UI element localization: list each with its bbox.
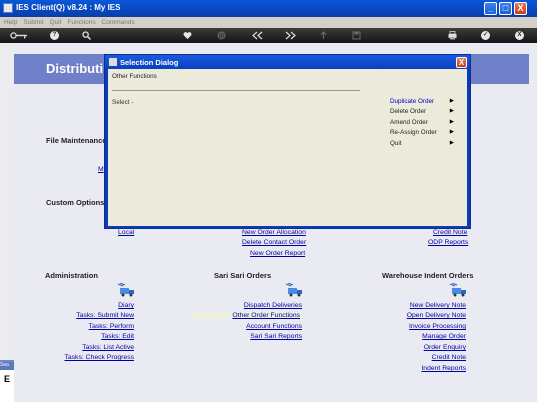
toolbar: ? ✓ X: [0, 28, 537, 43]
link-odp-reports[interactable]: ODP Reports: [428, 239, 468, 246]
menu-commands[interactable]: Commands: [102, 17, 135, 28]
arrow-right-icon: ▶: [449, 129, 454, 135]
help-icon[interactable]: ?: [50, 31, 59, 40]
menu-functions[interactable]: Functions: [67, 17, 95, 28]
link-new-order-allocation[interactable]: New Order Allocation: [242, 229, 306, 236]
section-administration: Administration: [45, 271, 98, 280]
dialog-option-label: Duplicate Order: [390, 98, 435, 105]
save-icon[interactable]: [352, 31, 361, 40]
left-stripe: [0, 43, 14, 402]
arrow-right-icon: ▶: [449, 108, 454, 114]
menu-bar: Help Submit Quit Functions Commands: [0, 17, 537, 28]
link-other-order-functions[interactable]: Other Order Functions: [192, 312, 302, 319]
refresh-icon[interactable]: [217, 31, 226, 40]
link-new-delivery-note[interactable]: New Delivery Note: [410, 302, 466, 309]
link-dispatch-deliveries[interactable]: Dispatch Deliveries: [244, 302, 302, 309]
link-local[interactable]: Local: [118, 229, 134, 236]
link-diary[interactable]: Diary: [118, 302, 134, 309]
dialog-body: Other Functions Select - Duplicate Order…: [108, 69, 467, 226]
minimize-button[interactable]: _: [484, 2, 497, 15]
link-credit-note-top[interactable]: Credit Note: [433, 229, 467, 236]
menu-submit[interactable]: Submit: [23, 17, 43, 28]
link-account-functions[interactable]: Account Functions: [246, 323, 302, 330]
arrow-right-icon: ▶: [449, 140, 454, 146]
dialog-option-label: Re-Assign Order: [390, 129, 437, 136]
maximize-button[interactable]: □: [499, 2, 512, 15]
key-icon[interactable]: [10, 31, 28, 40]
delivery-truck-icon: [117, 283, 134, 297]
file-maintenance-link-partial[interactable]: M: [98, 166, 104, 173]
dialog-select-label: Select -: [112, 99, 134, 106]
link-tasks-perform[interactable]: Tasks: Perform: [89, 323, 134, 330]
section-file-maintenance: File Maintenance: [46, 136, 107, 145]
link-credit-note[interactable]: Credit Note: [432, 354, 466, 361]
upload-icon[interactable]: [319, 31, 328, 40]
link-indent-reports[interactable]: Indent Reports: [421, 365, 466, 372]
section-warehouse-indent-orders: Warehouse Indent Orders: [382, 271, 474, 280]
dialog-option-label: Quit: [390, 140, 402, 147]
arrow-right-icon: ▶: [449, 98, 454, 104]
dialog-option-label: Amend Order: [390, 119, 428, 126]
dialog-option-re-assign-order[interactable]: Re-Assign Order ▶: [390, 129, 460, 136]
link-open-delivery-note[interactable]: Open Delivery Note: [407, 312, 466, 319]
link-tasks-list-active[interactable]: Tasks: List Active: [82, 344, 134, 351]
dialog-option-quit[interactable]: Quit ▶: [390, 140, 460, 147]
menu-help[interactable]: Help: [4, 17, 17, 28]
title-bar: IES Client(Q) v8.24 : My IES _ □ X: [0, 0, 537, 17]
dialog-title: Selection Dialog: [120, 58, 179, 67]
search-panel-tab[interactable]: Sea: [0, 362, 14, 370]
heart-icon[interactable]: [183, 31, 192, 40]
dialog-close-button[interactable]: X: [456, 57, 467, 68]
close-icon[interactable]: X: [515, 31, 524, 40]
search-panel: Sea E: [0, 360, 14, 402]
link-invoice-processing[interactable]: Invoice Processing: [409, 323, 466, 330]
dialog-option-duplicate-order[interactable]: Duplicate Order ▶: [390, 98, 460, 105]
close-window-button[interactable]: X: [514, 2, 527, 15]
dialog-app-icon: [109, 58, 117, 66]
dialog-header: Other Functions: [112, 73, 157, 80]
link-tasks-check-progress[interactable]: Tasks: Check Progress: [64, 354, 134, 361]
arrow-right-icon: ▶: [449, 119, 454, 125]
ok-icon[interactable]: ✓: [481, 31, 490, 40]
section-custom-options: Custom Options: [46, 198, 105, 207]
menu-quit[interactable]: Quit: [50, 17, 62, 28]
link-delete-contact-order[interactable]: Delete Contact Order: [242, 239, 306, 246]
link-order-enquiry[interactable]: Order Enquiry: [424, 344, 466, 351]
dialog-option-delete-order[interactable]: Delete Order ▶: [390, 108, 460, 115]
app-icon: [3, 3, 13, 13]
rewind-icon[interactable]: [251, 31, 263, 40]
search-panel-letter: E: [4, 374, 11, 384]
page-heading: Distributi: [46, 61, 104, 76]
forward-icon[interactable]: [285, 31, 297, 40]
link-sari-sari-reports[interactable]: Sari Sari Reports: [250, 333, 302, 340]
search-icon[interactable]: [82, 31, 92, 41]
dialog-divider: [112, 90, 360, 91]
delivery-truck-icon: [285, 283, 302, 297]
section-sari-sari-orders: Sari Sari Orders: [214, 271, 272, 280]
link-manage-order[interactable]: Manage Order: [422, 333, 466, 340]
link-new-order-report[interactable]: New Order Report: [250, 250, 305, 257]
link-tasks-submit-new[interactable]: Tasks: Submit New: [76, 312, 134, 319]
selection-dialog: Selection Dialog X Other Functions Selec…: [104, 54, 471, 229]
link-tasks-edit[interactable]: Tasks: Edit: [101, 333, 134, 340]
dialog-option-label: Delete Order: [390, 108, 427, 115]
window-title: IES Client(Q) v8.24 : My IES: [16, 3, 121, 12]
dialog-title-bar[interactable]: Selection Dialog X: [105, 55, 470, 69]
print-icon[interactable]: [448, 31, 457, 40]
delivery-truck-icon: [449, 283, 466, 297]
dialog-option-amend-order[interactable]: Amend Order ▶: [390, 119, 460, 126]
